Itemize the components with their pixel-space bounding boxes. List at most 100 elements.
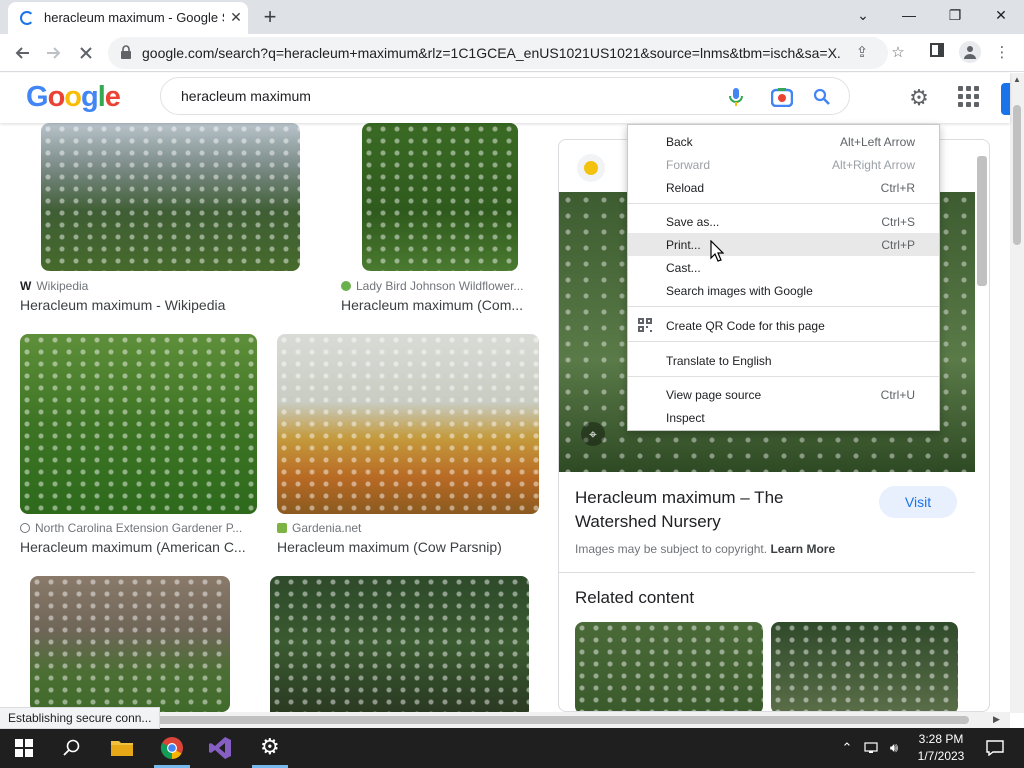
side-panel-icon[interactable] xyxy=(927,43,947,63)
result-source[interactable]: W Wikipedia xyxy=(20,279,320,293)
related-image[interactable] xyxy=(575,622,763,711)
stop-loading-icon[interactable] xyxy=(72,39,100,67)
chrome-taskbar-icon[interactable] xyxy=(148,728,196,768)
clock-time: 3:28 PM xyxy=(918,732,964,746)
result-source[interactable]: Gardenia.net xyxy=(277,521,537,535)
result-title[interactable]: Heracleum maximum (Cow Parsnip) xyxy=(277,539,539,555)
result-image[interactable] xyxy=(270,576,529,712)
minimize-button[interactable]: — xyxy=(886,0,932,30)
menu-label: Forward xyxy=(666,158,711,172)
menu-item-cast[interactable]: Cast... xyxy=(628,256,939,279)
search-icon[interactable] xyxy=(813,88,831,106)
menu-item-print[interactable]: Print... Ctrl+P xyxy=(628,233,939,256)
logo-letter: G xyxy=(26,81,49,113)
site-favicon-icon xyxy=(577,154,605,182)
qr-code-icon xyxy=(638,318,652,332)
camera-lens-icon[interactable] xyxy=(771,87,793,107)
menu-label: View page source xyxy=(666,388,762,402)
menu-item-inspect[interactable]: Inspect xyxy=(628,406,939,429)
tab-search-icon[interactable]: ⌄ xyxy=(840,0,886,30)
panel-divider xyxy=(559,572,975,573)
sign-in-button[interactable] xyxy=(1001,83,1010,115)
start-button[interactable] xyxy=(0,728,48,768)
restore-button[interactable]: ❐ xyxy=(932,0,978,30)
learn-more-link[interactable]: Learn More xyxy=(770,542,835,556)
scroll-thumb[interactable] xyxy=(1013,105,1021,245)
scroll-up-icon[interactable]: ▲ xyxy=(1013,75,1021,84)
result-image[interactable] xyxy=(362,123,518,271)
tab-strip: heracleum maximum - Google Se ✕ + ⌄ — ❐ … xyxy=(0,0,1024,34)
profile-avatar-icon[interactable] xyxy=(959,41,981,63)
lock-icon xyxy=(121,45,131,59)
file-explorer-icon[interactable] xyxy=(98,728,146,768)
search-box[interactable]: heracleum maximum xyxy=(160,77,850,115)
show-hidden-icons-icon[interactable]: ⌃ xyxy=(838,738,856,758)
menu-shortcut: Ctrl+P xyxy=(881,238,915,252)
tab-title: heracleum maximum - Google Se xyxy=(44,10,224,25)
source-name: Wikipedia xyxy=(36,279,89,293)
result-image[interactable] xyxy=(277,334,539,514)
logo-letter: e xyxy=(104,81,121,113)
related-heading: Related content xyxy=(575,588,695,607)
menu-label: Translate to English xyxy=(666,354,772,368)
microphone-icon[interactable] xyxy=(729,87,743,107)
status-bar: Establishing secure conn... xyxy=(0,707,161,729)
context-menu: Back Alt+Left Arrow Forward Alt+Right Arro… xyxy=(627,124,940,431)
taskbar-clock[interactable]: 3:28 PM 1/7/2023 xyxy=(906,731,976,765)
menu-shortcut: Ctrl+S xyxy=(881,215,915,229)
volume-icon[interactable]: 🔊︎ xyxy=(885,738,903,758)
result-title[interactable]: Heracleum maximum (Com... xyxy=(341,297,541,313)
panel-scrollbar[interactable] xyxy=(977,156,987,286)
visual-studio-icon[interactable] xyxy=(196,728,244,768)
menu-label: Print... xyxy=(666,238,701,252)
back-arrow-icon[interactable] xyxy=(8,39,36,67)
share-icon[interactable]: ⇪ xyxy=(852,43,872,63)
network-icon[interactable] xyxy=(862,738,880,758)
logo-letter: g xyxy=(81,81,99,113)
menu-item-search-images[interactable]: Search images with Google xyxy=(628,279,939,302)
google-logo[interactable]: Google xyxy=(26,81,121,114)
result-title[interactable]: Heracleum maximum (American C... xyxy=(20,539,260,555)
tab-close-icon[interactable]: ✕ xyxy=(226,7,246,27)
bookmark-star-icon[interactable]: ☆ xyxy=(888,43,908,63)
forward-arrow-icon[interactable] xyxy=(40,39,68,67)
menu-label: Save as... xyxy=(666,215,720,229)
address-bar[interactable]: google.com/search?q=heracleum+maximum&rl… xyxy=(108,37,888,69)
new-tab-button[interactable]: + xyxy=(256,4,284,32)
source-name: North Carolina Extension Gardener P... xyxy=(35,521,243,535)
page-vertical-scrollbar[interactable]: ▲ xyxy=(1010,73,1024,713)
menu-item-save-as[interactable]: Save as... Ctrl+S xyxy=(628,210,939,233)
menu-item-translate[interactable]: Translate to English xyxy=(628,349,939,372)
menu-label: Inspect xyxy=(666,411,705,425)
logo-letter: o xyxy=(47,81,66,113)
browser-tab[interactable]: heracleum maximum - Google Se ✕ xyxy=(8,2,248,34)
windows-logo-icon xyxy=(15,739,33,757)
close-window-button[interactable]: ✕ xyxy=(978,0,1024,30)
menu-item-forward[interactable]: Forward Alt+Right Arrow xyxy=(628,153,939,176)
menu-item-qr-code[interactable]: Create QR Code for this page xyxy=(628,314,939,337)
related-image[interactable] xyxy=(771,622,958,711)
menu-item-reload[interactable]: Reload Ctrl+R xyxy=(628,176,939,199)
apps-grid-icon[interactable] xyxy=(958,86,980,108)
search-query[interactable]: heracleum maximum xyxy=(181,88,311,104)
result-image[interactable] xyxy=(20,334,257,514)
taskbar-search-icon[interactable] xyxy=(48,728,96,768)
notifications-icon[interactable] xyxy=(984,738,1006,758)
favicon-icon xyxy=(277,523,287,533)
result-title[interactable]: Heracleum maximum - Wikipedia xyxy=(20,297,320,313)
visit-button[interactable]: Visit xyxy=(879,486,957,518)
chrome-menu-icon[interactable]: ⋮ xyxy=(992,43,1012,63)
result-image[interactable] xyxy=(41,123,300,271)
scroll-right-icon[interactable]: ▶ xyxy=(993,714,1000,725)
settings-taskbar-icon[interactable]: ⚙ xyxy=(246,728,294,768)
globe-icon xyxy=(20,523,30,533)
result-image[interactable] xyxy=(30,576,230,712)
menu-item-back[interactable]: Back Alt+Left Arrow xyxy=(628,130,939,153)
lens-search-icon[interactable]: ⌖ xyxy=(581,422,605,446)
url-text: google.com/search?q=heracleum+maximum&rl… xyxy=(142,45,842,61)
preview-title[interactable]: Heracleum maximum – The Watershed Nurser… xyxy=(575,486,865,534)
settings-gear-icon[interactable]: ⚙ xyxy=(906,85,932,111)
result-source[interactable]: Lady Bird Johnson Wildflower... xyxy=(341,279,531,293)
menu-item-view-source[interactable]: View page source Ctrl+U xyxy=(628,383,939,406)
result-source[interactable]: North Carolina Extension Gardener P... xyxy=(20,521,260,535)
